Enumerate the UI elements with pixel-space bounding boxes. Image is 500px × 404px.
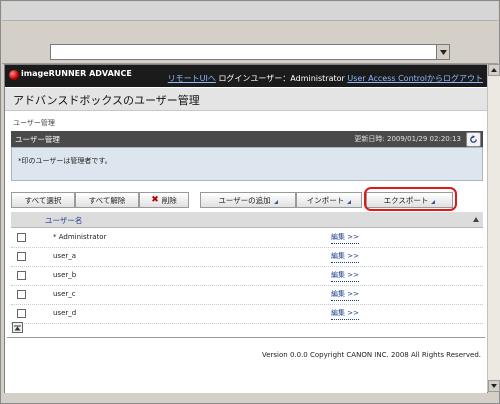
edit-link[interactable]: 編集 >>	[331, 308, 359, 320]
table-row: user_d 編集 >>	[11, 304, 483, 324]
logout-link[interactable]: User Access Controlからログアウト	[347, 74, 483, 83]
page-title-bar: アドバンスドボックスのユーザー管理	[5, 88, 487, 111]
browser-window: imageRUNNER ADVANCE リモートUIへ ログインユーザー：Adm…	[0, 0, 500, 404]
table-row: * Administrator 編集 >>	[11, 228, 483, 248]
updated-time: 更新日時: 2009/01/29 02:20:13	[354, 135, 461, 143]
clear-all-button[interactable]: すべて解除	[75, 192, 139, 208]
export-highlight-ring	[364, 187, 457, 211]
status-bar	[2, 393, 498, 403]
user-name: user_b	[53, 271, 77, 279]
updated-label: 更新日時	[354, 135, 383, 143]
user-name: * Administrator	[53, 233, 107, 241]
add-user-label: ユーザーの追加	[218, 195, 271, 205]
breadcrumb: ユーザー管理	[13, 119, 55, 127]
section-body: *印のユーザーは管理者です。	[11, 147, 483, 181]
select-all-label: すべて選択	[24, 195, 62, 205]
section-title: ユーザー管理	[15, 135, 60, 144]
edit-link[interactable]: 編集 >>	[331, 232, 359, 244]
admin-note: *印のユーザーは管理者です。	[18, 157, 112, 165]
import-label: インポート	[306, 195, 345, 205]
canon-logo-icon	[9, 70, 19, 80]
page-viewport: imageRUNNER ADVANCE リモートUIへ ログインユーザー：Adm…	[4, 64, 488, 394]
brand-name: imageRUNNER ADVANCE	[21, 69, 132, 78]
section-header: ユーザー管理 更新日時: 2009/01/29 02:20:13	[11, 131, 483, 147]
footer-divider	[7, 337, 485, 338]
add-user-button[interactable]: ユーザーの追加	[200, 192, 296, 208]
table-row: user_a 編集 >>	[11, 247, 483, 267]
scroll-down-icon[interactable]	[488, 380, 500, 392]
row-checkbox[interactable]	[17, 271, 26, 280]
brand-header: imageRUNNER ADVANCE リモートUIへ ログインユーザー：Adm…	[5, 65, 487, 87]
user-name: user_d	[53, 309, 77, 317]
row-checkbox[interactable]	[17, 252, 26, 261]
delete-label: 削除	[161, 195, 177, 205]
user-name: user_c	[53, 290, 76, 298]
sort-up-icon[interactable]	[473, 217, 479, 222]
column-header-username[interactable]: ユーザー名	[45, 215, 82, 226]
header-links: リモートUIへ ログインユーザー：Administrator User Acce…	[168, 73, 483, 84]
address-dropdown-icon[interactable]	[436, 45, 449, 59]
row-checkbox[interactable]	[17, 309, 26, 318]
table-row: user_b 編集 >>	[11, 266, 483, 286]
table-row: user_c 編集 >>	[11, 285, 483, 305]
delete-button[interactable]: ✖ 削除	[139, 192, 189, 208]
edit-link[interactable]: 編集 >>	[331, 289, 359, 301]
table-header: ユーザー名	[11, 212, 483, 228]
delete-icon: ✖	[151, 194, 159, 205]
clear-all-label: すべて解除	[88, 195, 126, 205]
page-top-icon[interactable]	[12, 322, 23, 333]
edit-link[interactable]: 編集 >>	[331, 251, 359, 263]
select-all-button[interactable]: すべて選択	[11, 192, 75, 208]
menu-triangle-icon	[347, 199, 352, 204]
row-checkbox[interactable]	[17, 290, 26, 299]
remote-ui-link[interactable]: リモートUIへ	[168, 74, 216, 83]
edit-link[interactable]: 編集 >>	[331, 270, 359, 282]
page-title: アドバンスドボックスのユーザー管理	[13, 94, 200, 107]
refresh-icon[interactable]	[466, 132, 481, 147]
address-bar	[2, 41, 498, 64]
vertical-scrollbar[interactable]	[487, 64, 500, 392]
scroll-up-icon[interactable]	[488, 64, 500, 76]
copyright: Version 0.0.0 Copyright CANON INC. 2008 …	[261, 351, 481, 359]
user-name: user_a	[53, 252, 77, 260]
updated-value: 2009/01/29 02:20:13	[386, 135, 461, 143]
import-button[interactable]: インポート	[296, 192, 362, 208]
menu-triangle-icon	[273, 199, 278, 204]
login-user-label: ログインユーザー：	[218, 74, 291, 83]
browser-toolbar	[2, 21, 498, 41]
row-checkbox[interactable]	[17, 233, 26, 242]
address-input[interactable]	[50, 44, 450, 60]
login-user-name: Administrator	[290, 74, 345, 83]
browser-titlebar	[2, 2, 498, 21]
